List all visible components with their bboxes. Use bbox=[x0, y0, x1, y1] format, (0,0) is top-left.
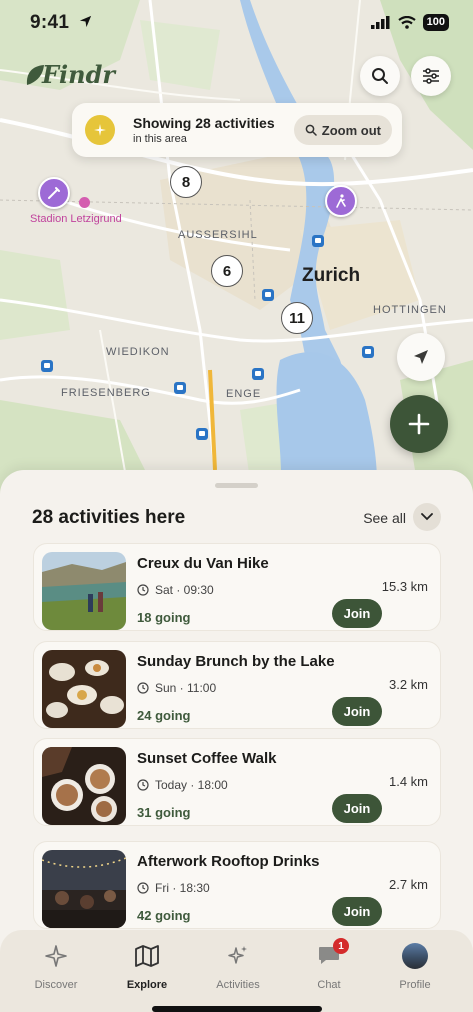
unread-badge: 1 bbox=[333, 938, 349, 954]
banner-text: Showing 28 activities in this area bbox=[133, 115, 275, 145]
activity-pin[interactable] bbox=[325, 185, 357, 217]
activity-distance: 1.4 km bbox=[388, 774, 428, 789]
chat-bubble-icon: 1 bbox=[289, 938, 369, 970]
plus-icon bbox=[408, 413, 430, 435]
compass-star-icon bbox=[16, 942, 96, 970]
app-logo: Findr bbox=[24, 60, 115, 89]
clock-icon bbox=[137, 682, 149, 694]
transit-icon bbox=[252, 368, 264, 380]
status-bar: 9:41 100 bbox=[0, 0, 473, 48]
signal-icon bbox=[370, 16, 390, 29]
map-cluster[interactable]: 11 bbox=[281, 302, 313, 334]
activity-going-count: 18 going bbox=[137, 610, 191, 625]
activity-going-count: 24 going bbox=[137, 708, 191, 723]
join-button[interactable]: Join bbox=[332, 599, 382, 628]
activity-time: Sun · 11:00 bbox=[137, 681, 216, 695]
clock-icon bbox=[137, 882, 149, 894]
activity-distance: 15.3 km bbox=[381, 579, 428, 594]
activity-card[interactable]: Sunset Coffee Walk Today · 18:00 31 goin… bbox=[33, 738, 441, 826]
sparkles-icon bbox=[198, 942, 278, 970]
hiker-icon bbox=[336, 194, 346, 208]
activity-card[interactable]: Sunday Brunch by the Lake Sun · 11:00 24… bbox=[33, 641, 441, 729]
district-label: AUSSERSIHL bbox=[178, 229, 258, 241]
map-cluster[interactable]: 8 bbox=[170, 166, 202, 198]
city-label: Zurich bbox=[302, 265, 361, 286]
transit-icon bbox=[362, 346, 374, 358]
transit-icon bbox=[174, 382, 186, 394]
location-arrow-icon bbox=[79, 15, 91, 28]
poi-dot-icon bbox=[79, 197, 90, 208]
sparkle-icon bbox=[94, 124, 106, 136]
banner-subtitle: in this area bbox=[133, 133, 187, 145]
sheet-title: 28 activities here bbox=[32, 507, 186, 528]
expand-button[interactable] bbox=[413, 503, 441, 531]
tab-discover[interactable]: Discover bbox=[16, 942, 96, 991]
activity-card[interactable]: Afterwork Rooftop Drinks Fri · 18:30 42 … bbox=[33, 841, 441, 929]
wifi-icon bbox=[397, 16, 416, 29]
transit-icon bbox=[196, 428, 208, 440]
tab-activities[interactable]: Activities bbox=[198, 942, 278, 991]
sliders-icon bbox=[423, 68, 439, 84]
poi-label: Stadion Letzigrund bbox=[30, 213, 122, 225]
activity-photo bbox=[42, 552, 126, 630]
transit-icon bbox=[262, 289, 274, 301]
create-activity-button[interactable] bbox=[390, 395, 448, 453]
activity-photo bbox=[42, 850, 126, 928]
brush-icon bbox=[48, 187, 60, 199]
activity-time: Sat · 09:30 bbox=[137, 583, 214, 597]
avatar bbox=[402, 943, 428, 969]
chevron-down-icon bbox=[421, 513, 433, 521]
activity-time: Fri · 18:30 bbox=[137, 881, 210, 895]
district-label: ENGE bbox=[226, 388, 262, 400]
banner-icon bbox=[85, 115, 115, 145]
district-label: FRIESENBERG bbox=[61, 387, 151, 399]
activity-going-count: 42 going bbox=[137, 908, 191, 923]
activity-title: Sunset Coffee Walk bbox=[137, 750, 277, 767]
activity-title: Sunday Brunch by the Lake bbox=[137, 653, 335, 670]
tab-bar: Discover Explore Activities 1 Chat Profi… bbox=[0, 930, 473, 1012]
tab-explore[interactable]: Explore bbox=[107, 942, 187, 991]
activity-title: Creux du Van Hike bbox=[137, 555, 269, 572]
map-cluster[interactable]: 6 bbox=[211, 255, 243, 287]
activity-going-count: 31 going bbox=[137, 805, 191, 820]
activity-distance: 3.2 km bbox=[388, 677, 428, 692]
clock-icon bbox=[137, 779, 149, 791]
status-indicators: 100 bbox=[370, 14, 449, 31]
clock-icon bbox=[137, 584, 149, 596]
location-arrow-icon bbox=[414, 350, 428, 364]
activity-photo bbox=[42, 747, 126, 825]
zoom-out-button[interactable]: Zoom out bbox=[293, 115, 392, 145]
district-label: WIEDIKON bbox=[106, 346, 170, 358]
transit-icon bbox=[41, 360, 53, 372]
battery-icon: 100 bbox=[422, 14, 449, 31]
activity-pin[interactable] bbox=[38, 177, 70, 209]
activity-distance: 2.7 km bbox=[388, 877, 428, 892]
home-indicator bbox=[152, 1006, 322, 1012]
search-icon bbox=[372, 68, 388, 84]
map-icon bbox=[107, 942, 187, 970]
activity-photo bbox=[42, 650, 126, 728]
search-button[interactable] bbox=[360, 56, 400, 96]
district-label: HOTTINGEN bbox=[373, 304, 447, 316]
search-icon bbox=[305, 124, 317, 136]
activity-title: Afterwork Rooftop Drinks bbox=[137, 853, 320, 870]
join-button[interactable]: Join bbox=[332, 697, 382, 726]
activity-time: Today · 18:00 bbox=[137, 778, 228, 792]
join-button[interactable]: Join bbox=[332, 897, 382, 926]
sheet-grabber[interactable] bbox=[215, 483, 258, 488]
join-button[interactable]: Join bbox=[332, 794, 382, 823]
status-time: 9:41 bbox=[30, 12, 93, 34]
transit-icon bbox=[312, 235, 324, 247]
banner-title: Showing 28 activities bbox=[133, 115, 275, 131]
tab-chat[interactable]: 1 Chat bbox=[289, 938, 369, 991]
filter-button[interactable] bbox=[411, 56, 451, 96]
activities-banner: Showing 28 activities in this area Zoom … bbox=[72, 103, 402, 157]
locate-me-button[interactable] bbox=[397, 333, 445, 381]
tab-profile[interactable]: Profile bbox=[375, 942, 455, 991]
see-all-link[interactable]: See all bbox=[363, 510, 406, 526]
activity-card[interactable]: Creux du Van Hike Sat · 09:30 18 going 1… bbox=[33, 543, 441, 631]
